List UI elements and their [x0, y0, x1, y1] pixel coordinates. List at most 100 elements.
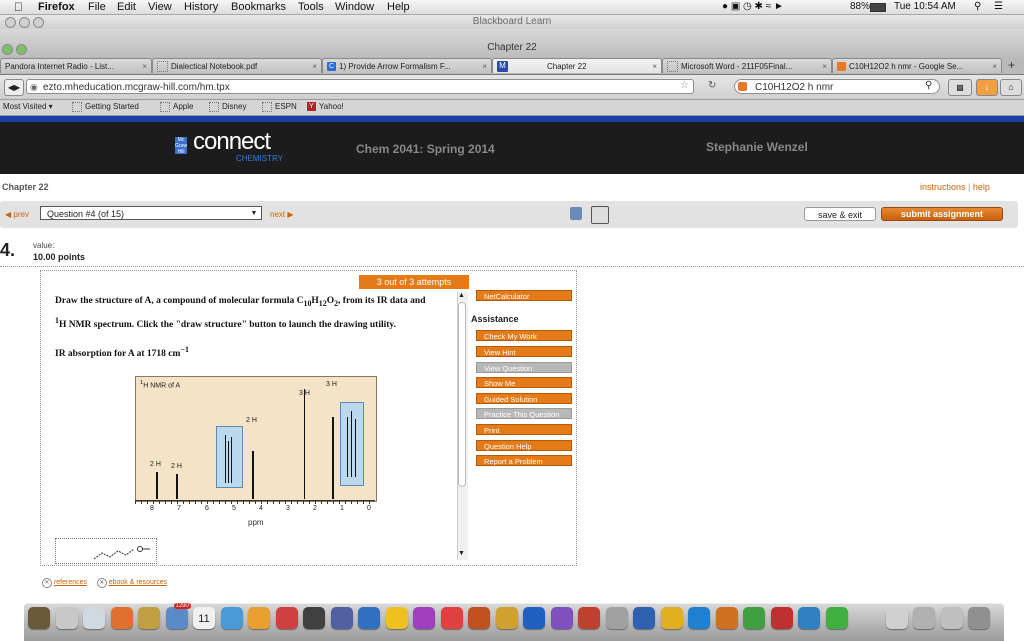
documents-icon[interactable]: [940, 607, 963, 629]
iphoto-icon[interactable]: [468, 607, 490, 629]
close-tab-icon[interactable]: ×: [822, 59, 827, 73]
url-field[interactable]: ezto.mheducation.mcgraw-hill.com/hm.tpx: [26, 79, 694, 94]
notification-icon[interactable]: ☰: [994, 1, 1003, 12]
preview-icon[interactable]: [358, 607, 380, 629]
firefox-icon[interactable]: [523, 607, 545, 629]
bookmark-getting-started[interactable]: Getting Started: [72, 102, 139, 112]
menu-bookmarks[interactable]: Bookmarks: [231, 1, 286, 13]
home-icon[interactable]: ⌂: [1000, 79, 1022, 96]
powerpoint-icon[interactable]: [715, 607, 738, 629]
show-me-button[interactable]: Show Me: [476, 377, 572, 388]
site-identity-icon[interactable]: ◉: [30, 82, 38, 93]
prev-link[interactable]: ◀ prev: [5, 210, 29, 219]
references-link[interactable]: references: [54, 579, 87, 586]
status-icons[interactable]: ● ▣ ◷ ✱ ≈ ►: [722, 1, 784, 12]
garageband-icon[interactable]: [440, 607, 463, 629]
keynote-icon[interactable]: [413, 607, 435, 629]
menu-window[interactable]: Window: [335, 1, 374, 13]
next-link[interactable]: next ▶: [270, 210, 294, 219]
question-help-button[interactable]: Question Help: [476, 440, 572, 451]
battery-percent[interactable]: 88%: [850, 1, 870, 12]
close-tab-icon[interactable]: ×: [312, 59, 317, 73]
submit-assignment-button[interactable]: submit assignment: [881, 207, 1003, 221]
skype-icon[interactable]: [633, 607, 655, 629]
system-preferences-icon[interactable]: [605, 607, 628, 629]
new-tab-button[interactable]: +: [1008, 58, 1015, 72]
facetime-icon[interactable]: [303, 607, 325, 629]
help-link[interactable]: help: [973, 182, 990, 192]
menu-tools[interactable]: Tools: [298, 1, 324, 13]
tab-google-search[interactable]: C10H12O2 h nmr - Google Se... ×: [832, 58, 1002, 73]
menu-edit[interactable]: Edit: [117, 1, 136, 13]
print-button[interactable]: Print: [476, 424, 572, 435]
tab-provide-arrow[interactable]: C 1) Provide Arrow Formalism F... ×: [322, 58, 492, 73]
guided-solution-button[interactable]: Guided Solution: [476, 393, 572, 404]
scroll-up-icon[interactable]: ▲: [458, 292, 465, 299]
menu-firefox[interactable]: Firefox: [38, 1, 75, 13]
bookmark-most-visited[interactable]: Most Visited ▾: [3, 102, 53, 111]
contacts-icon[interactable]: [138, 607, 160, 629]
pages-icon[interactable]: [385, 607, 408, 629]
scrollbar-thumb[interactable]: [458, 302, 466, 487]
mail-icon[interactable]: [110, 607, 133, 629]
folder-icon[interactable]: [885, 607, 908, 629]
bookmark-espn[interactable]: ESPN: [262, 102, 297, 112]
launchpad-icon[interactable]: [55, 607, 78, 629]
report-problem-button[interactable]: Report a Problem: [476, 455, 572, 466]
calculator-icon[interactable]: [570, 207, 582, 220]
spotlight-icon[interactable]: ⚲: [974, 1, 981, 12]
activity-icon[interactable]: [825, 607, 848, 629]
app-store-icon[interactable]: 1290: [165, 603, 191, 629]
check-my-work-button[interactable]: Check My Work: [476, 330, 572, 341]
safari-icon[interactable]: [83, 607, 105, 629]
addon-icon[interactable]: ▩: [948, 79, 972, 96]
search-field[interactable]: C10H12O2 h nmr: [734, 79, 940, 94]
close-tab-icon[interactable]: ×: [142, 59, 147, 73]
bookmark-star-icon[interactable]: ☆: [680, 80, 689, 91]
excel-icon[interactable]: [743, 607, 765, 629]
menu-clock[interactable]: Tue 10:54 AM: [894, 1, 956, 12]
tab-chapter-22[interactable]: M Chapter 22 ×: [492, 58, 662, 73]
download-icon[interactable]: ↓: [976, 79, 998, 96]
instructions-link[interactable]: instructions: [920, 182, 966, 192]
close-tab-icon[interactable]: ×: [652, 59, 657, 73]
search-engine-icon[interactable]: [738, 82, 747, 91]
bookmark-disney[interactable]: Disney: [209, 102, 246, 112]
chess-icon[interactable]: [770, 607, 793, 629]
downloads-icon[interactable]: [913, 607, 935, 629]
reload-icon[interactable]: ↻: [708, 80, 716, 91]
back-forward-button[interactable]: ◀▶: [4, 79, 24, 96]
textedit-icon[interactable]: [578, 607, 600, 629]
save-disk-icon[interactable]: [591, 206, 609, 224]
close-tab-icon[interactable]: ×: [482, 59, 487, 73]
question-select[interactable]: Question #4 (of 15) ▼: [40, 206, 262, 220]
draw-structure-button[interactable]: [55, 538, 157, 564]
search-icon[interactable]: ⚲: [925, 80, 932, 91]
itunes-icon[interactable]: [330, 607, 353, 629]
bookmark-yahoo[interactable]: Y Yahoo!: [307, 102, 344, 112]
tab-pandora[interactable]: Pandora Internet Radio - List... ×: [0, 58, 152, 73]
finder-icon[interactable]: [28, 607, 50, 629]
dashboard-icon[interactable]: [550, 607, 573, 629]
menu-history[interactable]: History: [184, 1, 218, 13]
reminders-icon[interactable]: [248, 607, 270, 629]
stickies-icon[interactable]: [660, 607, 683, 629]
imovie-icon[interactable]: [495, 607, 518, 629]
practice-question-button[interactable]: Practice This Question: [476, 408, 572, 419]
close-tab-icon[interactable]: ×: [992, 59, 997, 73]
menu-help[interactable]: Help: [387, 1, 410, 13]
photo-booth-icon[interactable]: [275, 607, 298, 629]
menu-view[interactable]: View: [148, 1, 172, 13]
netcalculator-button[interactable]: NetCalculator: [476, 290, 572, 301]
view-question-button[interactable]: View Question: [476, 362, 572, 373]
view-hint-button[interactable]: View Hint: [476, 346, 572, 357]
calendar-icon[interactable]: 11: [193, 607, 215, 629]
bookmark-apple[interactable]: Apple: [160, 102, 193, 112]
word-icon[interactable]: [688, 607, 710, 629]
menu-file[interactable]: File: [88, 1, 106, 13]
ebook-link[interactable]: ebook & resources: [109, 579, 167, 586]
apple-menu-icon[interactable]: : [14, 0, 23, 14]
tab-dialectical[interactable]: Dialectical Notebook.pdf ×: [152, 58, 322, 73]
trash-icon[interactable]: [968, 607, 990, 629]
notes-icon[interactable]: [220, 607, 243, 629]
